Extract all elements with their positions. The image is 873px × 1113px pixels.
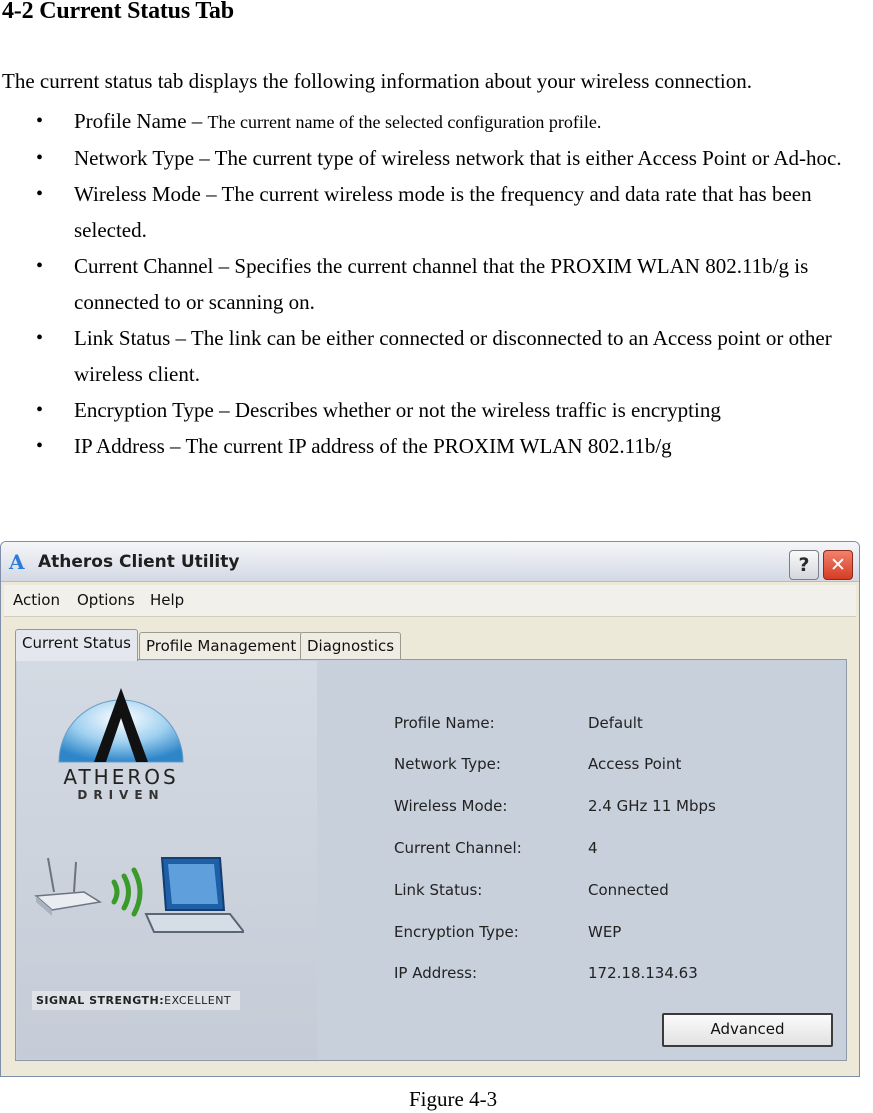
bullet-glyph: • <box>36 327 44 349</box>
title-bar[interactable]: A Atheros Client Utility ? ✕ <box>1 542 859 582</box>
logo-subtitle: DRIVEN <box>77 788 165 802</box>
list-item: • Link Status – The link can be either co… <box>0 320 873 392</box>
bullet-glyph: • <box>36 147 44 169</box>
field-term: Encryption Type – <box>74 398 235 422</box>
close-button[interactable]: ✕ <box>823 550 853 580</box>
link-status-value: Connected <box>588 881 669 899</box>
encryption-type-value: WEP <box>588 923 622 941</box>
field-term: Current Channel – <box>74 254 235 278</box>
atheros-logo-icon <box>58 688 184 763</box>
network-type-value: Access Point <box>588 755 682 773</box>
menu-action[interactable]: Action <box>13 591 60 609</box>
link-status-label: Link Status: <box>394 881 483 899</box>
advanced-button[interactable]: Advanced <box>662 1013 833 1047</box>
bullet-glyph: • <box>36 435 44 457</box>
tab-profile-management[interactable]: Profile Management <box>139 632 304 659</box>
signal-strength-indicator: SIGNAL STRENGTH:EXCELLENT <box>32 991 240 1010</box>
tab-current-status[interactable]: Current Status <box>15 629 138 661</box>
tab-diagnostics[interactable]: Diagnostics <box>300 632 402 659</box>
current-channel-label: Current Channel: <box>394 839 522 857</box>
field-description: The current type of wireless network tha… <box>214 146 842 170</box>
menu-options[interactable]: Options <box>77 591 135 609</box>
current-channel-value: 4 <box>588 839 598 857</box>
field-term: Profile Name – <box>74 109 208 133</box>
field-term: Network Type – <box>74 146 215 170</box>
figure-caption: Figure 4-3 <box>409 1087 498 1111</box>
bullet-glyph: • <box>36 255 44 277</box>
app-logo-icon: A <box>9 550 25 574</box>
section-heading: 4-2 Current Status Tab <box>2 0 234 24</box>
intro-paragraph: The current status tab displays the foll… <box>2 69 752 93</box>
field-term: IP Address – <box>74 434 186 458</box>
window-title: Atheros Client Utility <box>38 552 240 572</box>
ip-address-label: IP Address: <box>394 964 478 982</box>
profile-name-value: Default <box>588 714 643 732</box>
list-item: • IP Address – The current IP address of … <box>0 428 873 464</box>
field-description: Describes whether or not the wireless tr… <box>234 398 721 422</box>
encryption-type-label: Encryption Type: <box>394 923 519 941</box>
field-description: The current IP address of the PROXIM WLA… <box>185 434 672 458</box>
bullet-glyph: • <box>36 110 44 132</box>
current-status-panel: ATHEROS DRIVEN SIGNAL STRENGTH:EXCELLENT… <box>15 659 847 1061</box>
menu-help[interactable]: Help <box>150 591 184 609</box>
list-item: • Encryption Type – Describes whether or … <box>0 392 873 428</box>
wireless-mode-label: Wireless Mode: <box>394 797 508 815</box>
wireless-mode-value: 2.4 GHz 11 Mbps <box>588 797 716 815</box>
client-utility-window: A Atheros Client Utility ? ✕ Action Opti… <box>0 541 860 1077</box>
field-description: The current name of the selected configu… <box>207 112 602 132</box>
field-description-list: • Profile Name – The current name of the … <box>0 103 873 464</box>
signal-strength-label: SIGNAL STRENGTH: <box>36 994 165 1007</box>
profile-name-label: Profile Name: <box>394 714 495 732</box>
field-term: Wireless Mode – <box>74 182 222 206</box>
bullet-glyph: • <box>36 399 44 421</box>
logo-wordmark: ATHEROS <box>63 765 179 789</box>
signal-strength-value: EXCELLENT <box>164 994 232 1007</box>
list-item: • Network Type – The current type of wire… <box>0 140 873 176</box>
menu-bar: Action Options Help <box>4 585 856 617</box>
list-item: • Current Channel – Specifies the current… <box>0 248 873 320</box>
list-item: • Wireless Mode – The current wireless mo… <box>0 176 873 248</box>
bullet-glyph: • <box>36 183 44 205</box>
help-button[interactable]: ? <box>789 550 819 580</box>
ip-address-value: 172.18.134.63 <box>588 964 698 982</box>
network-type-label: Network Type: <box>394 755 501 773</box>
list-item: • Profile Name – The current name of the … <box>0 103 873 140</box>
router-laptop-signal-icon <box>34 857 244 933</box>
field-term: Link Status – <box>74 326 191 350</box>
